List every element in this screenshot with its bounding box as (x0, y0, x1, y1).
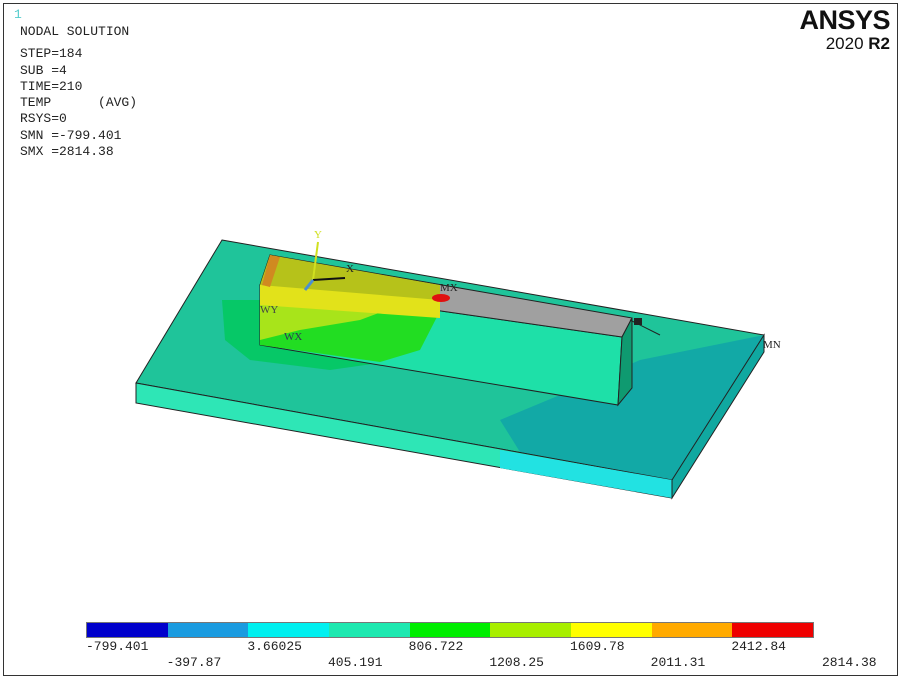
legend-label: 1609.78 (570, 639, 625, 654)
max-hotspot (432, 294, 450, 302)
legend-band (571, 623, 652, 637)
legend-label: 806.722 (408, 639, 464, 654)
legend-band (490, 623, 572, 637)
min-label: MN (763, 339, 781, 351)
legend-band (87, 623, 168, 637)
legend-label: -799.401 (86, 639, 149, 654)
max-label: MX (440, 282, 458, 294)
legend-label: 3.66025 (247, 639, 302, 654)
legend-label: 2814.38 (822, 655, 877, 670)
legend-band (167, 623, 249, 637)
y-axis-label: Y (314, 229, 322, 241)
legend-label: -397.87 (166, 655, 222, 670)
legend-band (329, 623, 410, 637)
legend-label: 1208.25 (489, 655, 544, 670)
legend-band (248, 623, 330, 637)
wy-label: WY (260, 304, 279, 316)
legend-label: 405.191 (328, 655, 383, 670)
legend-band (732, 623, 814, 637)
legend-band (651, 623, 733, 637)
legend-label: 2412.84 (731, 639, 786, 654)
contour-legend (86, 622, 814, 638)
wx-label: WX (284, 331, 303, 343)
x-axis-label: X (346, 263, 354, 275)
legend-label: 2011.31 (650, 655, 706, 670)
legend-band (409, 623, 491, 637)
